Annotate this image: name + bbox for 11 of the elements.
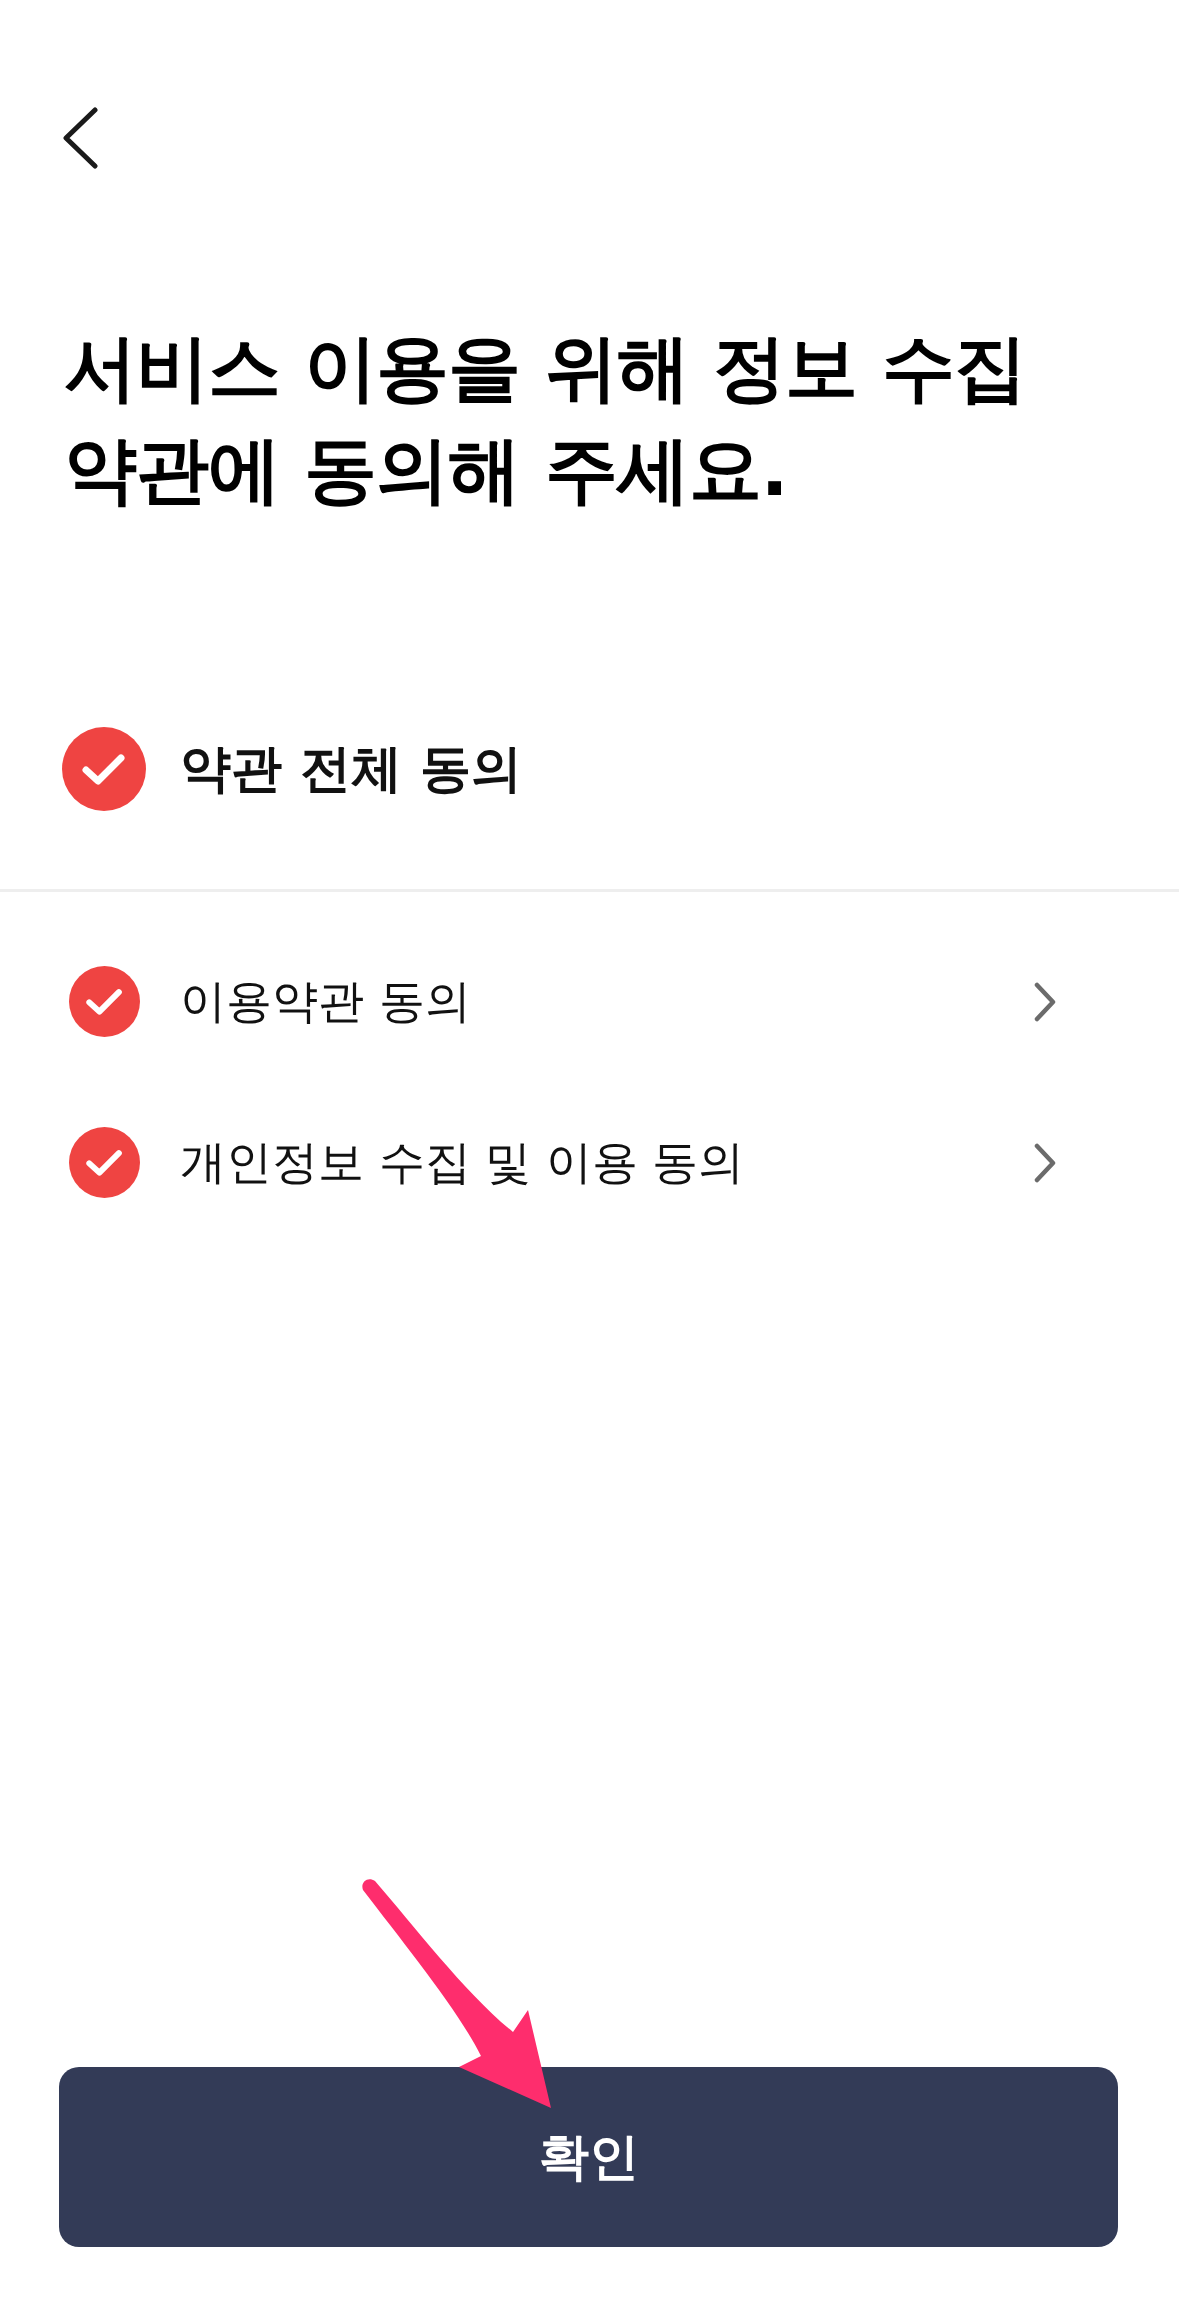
chevron-right-icon[interactable] (1034, 981, 1056, 1022)
back-button[interactable] (62, 107, 98, 169)
page-title: 서비스 이용을 위해 정보 수집 약관에 동의해 주세요. (64, 324, 1027, 514)
terms-label: 개인정보 수집 및 이용 동의 (180, 1134, 746, 1191)
agree-all-label: 약관 전체 동의 (180, 738, 522, 800)
check-circle-icon[interactable] (62, 727, 146, 811)
check-circle-icon[interactable] (69, 1127, 140, 1198)
confirm-button[interactable]: 확인 (59, 2067, 1118, 2247)
check-circle-icon[interactable] (69, 966, 140, 1037)
terms-label: 이용약관 동의 (180, 973, 472, 1030)
chevron-right-icon[interactable] (1034, 1142, 1056, 1183)
